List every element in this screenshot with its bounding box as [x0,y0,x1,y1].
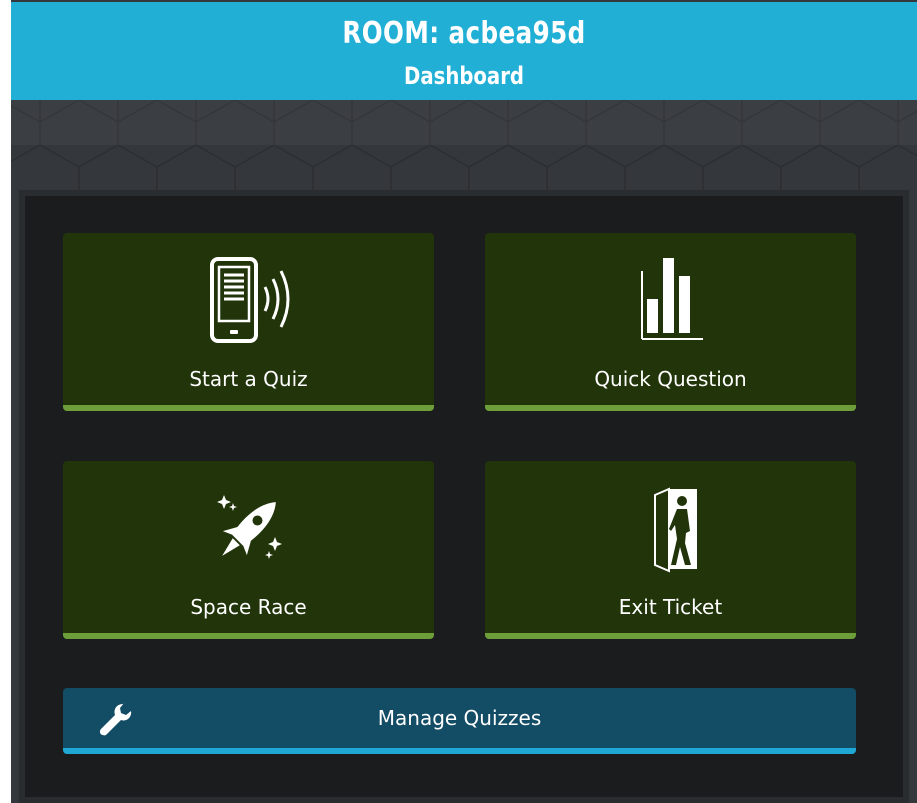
exit-ticket-tile[interactable]: Exit Ticket [485,461,856,639]
dashboard-panel: Start a Quiz Quick Question Space Race E… [19,190,909,803]
room-header: ROOM: acbea95d Dashboard [11,2,917,100]
manage-quizzes-button[interactable]: Manage Quizzes [63,688,856,754]
exit-door-icon [653,487,697,573]
bar-chart-icon [640,258,703,340]
tile-label-exit-ticket: Exit Ticket [618,595,723,619]
tile-label-space-race: Space Race [190,595,307,619]
rocket-icon [216,495,282,559]
tile-label-start-quiz: Start a Quiz [189,367,308,391]
tablet-signal-icon [209,257,289,343]
quick-question-tile[interactable]: Quick Question [485,233,856,411]
tile-label-quick-question: Quick Question [594,367,747,391]
room-title: ROOM: acbea95d [342,16,586,51]
space-race-tile[interactable]: Space Race [63,461,434,639]
app-frame: ROOM: acbea95d Dashboard Start a Quiz Qu… [11,0,917,803]
manage-quizzes-label: Manage Quizzes [377,706,542,730]
start-quiz-tile[interactable]: Start a Quiz [63,233,434,411]
page-title: Dashboard [403,62,525,90]
